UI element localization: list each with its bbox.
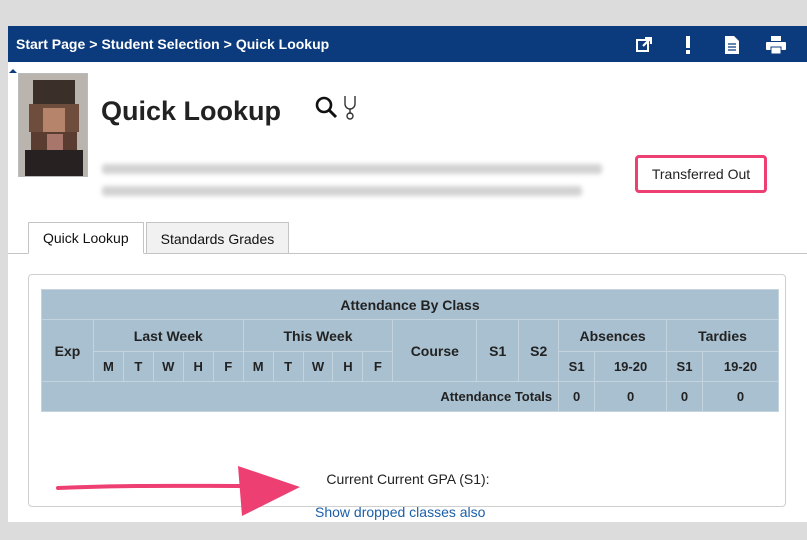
show-dropped-classes-link[interactable]: Show dropped classes also <box>315 504 485 520</box>
title-icons <box>314 94 358 125</box>
toolbar-icons <box>617 34 793 56</box>
header-tardies-s1: S1 <box>666 351 703 382</box>
status-badge: Transferred Out <box>635 155 767 193</box>
annotation-arrow-icon <box>56 466 300 516</box>
redacted-student-info <box>102 164 602 208</box>
alert-icon[interactable] <box>671 34 705 56</box>
total-absences-s1: 0 <box>558 381 596 412</box>
header-s2: S2 <box>518 319 560 382</box>
header-day: W <box>302 351 334 382</box>
header-exp: Exp <box>41 319 94 382</box>
breadcrumb-separator: > <box>89 36 98 52</box>
attendance-table: Attendance By Class Exp Last Week This W… <box>40 289 780 412</box>
header-day: H <box>332 351 364 382</box>
header-day: M <box>92 351 124 382</box>
header-day: M <box>242 351 274 382</box>
tab-standards-grades[interactable]: Standards Grades <box>145 222 290 254</box>
header-last-week: Last Week <box>92 319 244 352</box>
attendance-table-title: Attendance By Class <box>41 289 779 320</box>
header-s1: S1 <box>476 319 520 382</box>
page-title: Quick Lookup <box>101 96 282 126</box>
printer-icon[interactable] <box>759 34 793 56</box>
total-tardies-s1: 0 <box>666 381 703 412</box>
top-bar: Start Page > Student Selection > Quick Looku… <box>8 26 807 62</box>
magnifier-icon[interactable] <box>314 95 338 124</box>
header-absences-19-20: 19-20 <box>594 351 668 382</box>
external-link-icon[interactable] <box>627 34 661 56</box>
breadcrumb: Start Page > Student Selection > Quick Looku… <box>16 36 329 52</box>
document-icon[interactable] <box>715 34 749 56</box>
total-tardies-19-20: 0 <box>701 381 780 412</box>
page: Start Page > Student Selection > Quick Looku… <box>8 26 807 522</box>
header-tardies-19-20: 19-20 <box>701 351 780 382</box>
header-absences-s1: S1 <box>558 351 596 382</box>
breadcrumb-quick-lookup: Quick Lookup <box>235 36 330 52</box>
stethoscope-icon[interactable] <box>342 94 358 125</box>
tab-bar: Quick Lookup Standards Grades <box>28 222 290 254</box>
total-absences-19-20: 0 <box>594 381 668 412</box>
header-this-week: This Week <box>242 319 394 352</box>
header-course: Course <box>392 319 478 382</box>
breadcrumb-student-selection[interactable]: Student Selection <box>101 36 219 52</box>
header-day: T <box>122 351 154 382</box>
collapse-arrow-icon[interactable] <box>8 62 18 73</box>
header-day: W <box>152 351 184 382</box>
breadcrumb-separator: > <box>223 36 232 52</box>
header-day: F <box>362 351 394 382</box>
header-day: T <box>272 351 304 382</box>
tab-quick-lookup[interactable]: Quick Lookup <box>28 222 144 254</box>
header-day: H <box>182 351 214 382</box>
student-photo <box>18 73 88 177</box>
attendance-totals-label: Attendance Totals <box>40 381 560 412</box>
header-absences: Absences <box>558 319 668 352</box>
status-badge-text: Transferred Out <box>651 166 751 182</box>
header-tardies: Tardies <box>666 319 779 352</box>
header-day: F <box>212 351 244 382</box>
breadcrumb-start-page[interactable]: Start Page <box>16 36 85 52</box>
